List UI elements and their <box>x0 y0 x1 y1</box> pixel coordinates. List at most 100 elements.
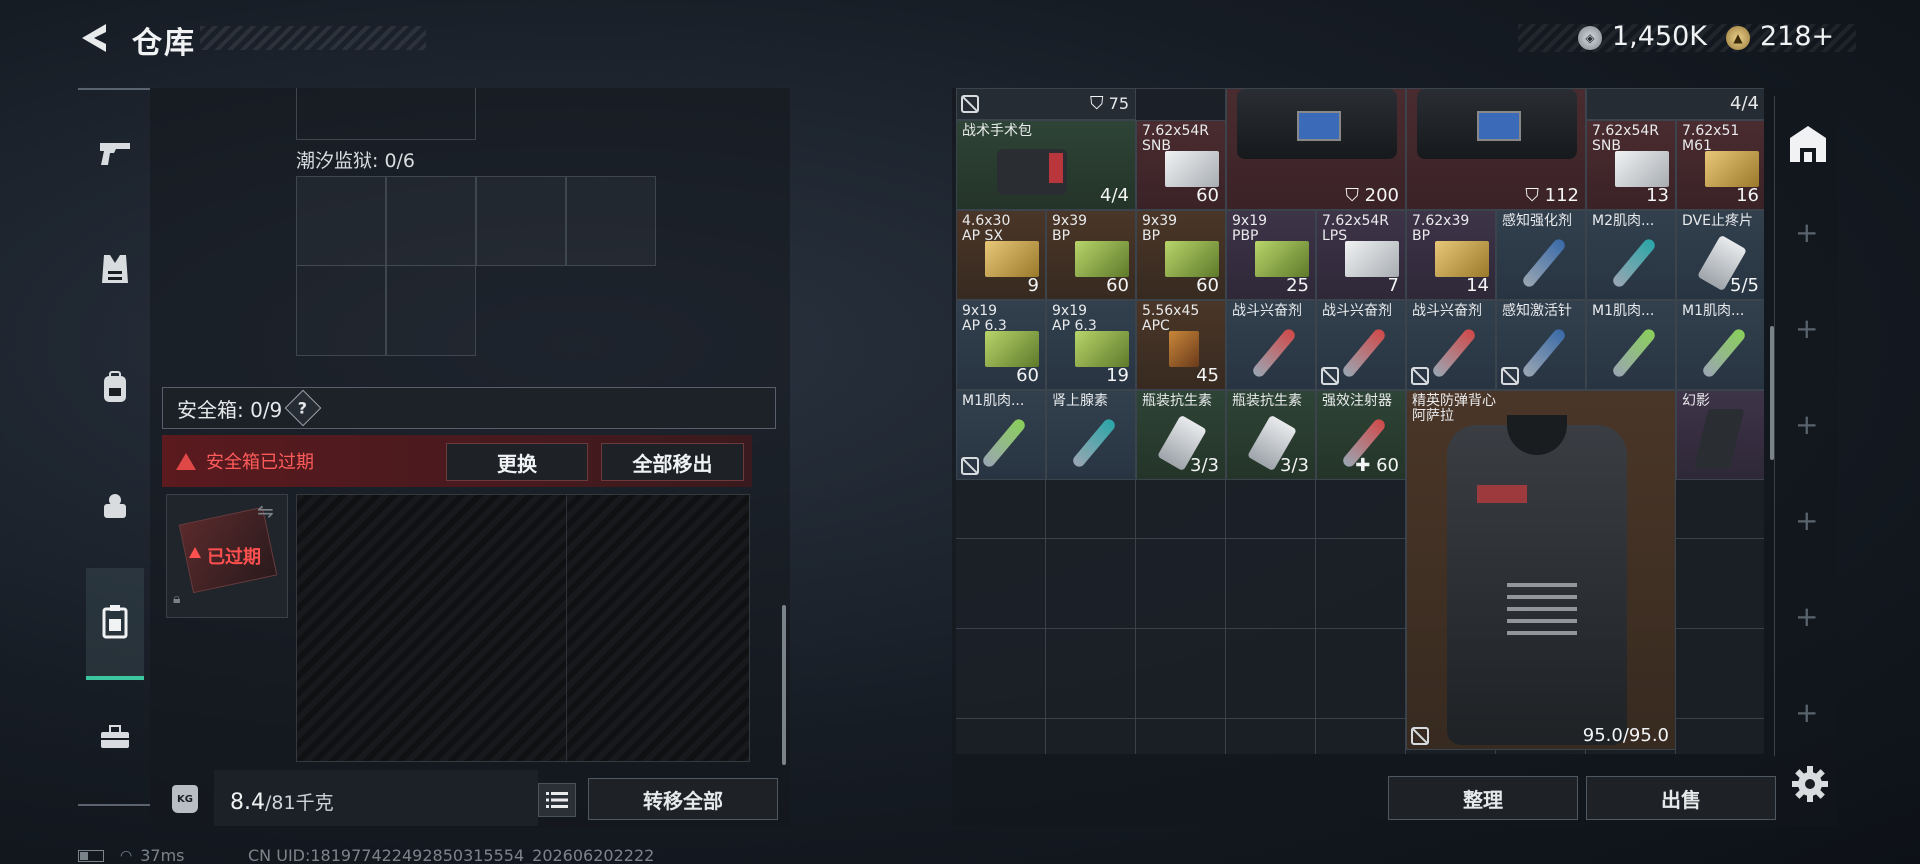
safebox-item-slot[interactable]: 已过期 ⇋ 🔒︎ <box>166 494 288 618</box>
stash-item[interactable]: 9x39 BP 60 <box>1046 210 1136 300</box>
bag-screen <box>1297 111 1341 141</box>
stash-item[interactable]: 7.62x39 BP 14 <box>1406 210 1496 300</box>
stash-item[interactable]: 瓶装抗生素 3/3 <box>1136 390 1226 480</box>
item-name: 幻影 <box>1682 393 1710 409</box>
stash-item[interactable]: M2肌肉... <box>1586 210 1676 300</box>
prison-grid-cell[interactable] <box>566 176 656 266</box>
item-name: 感知强化剂 <box>1502 213 1572 229</box>
stash-item-vest[interactable]: 精英防弹背心 阿萨拉 95.0/95.0 <box>1406 390 1676 750</box>
stash-page-icon[interactable] <box>1786 122 1830 166</box>
item-name: 战斗兴奋剂 <box>1232 303 1302 319</box>
stash-item[interactable]: 肾上腺素 <box>1046 390 1136 480</box>
ammo-image <box>1255 241 1309 277</box>
stash-item-partial[interactable]: ⛉ 75 <box>956 88 1136 120</box>
vest-collar <box>1507 415 1567 455</box>
stash-item[interactable]: 感知强化剂 <box>1496 210 1586 300</box>
help-button[interactable]: ? <box>284 389 322 427</box>
list-view-button[interactable] <box>538 783 576 817</box>
item-count: 19 <box>1106 365 1129 386</box>
wifi-icon: ◠ <box>120 847 133 864</box>
prison-grid-cell[interactable] <box>476 176 566 266</box>
category-sidebar <box>78 88 150 806</box>
stash-item[interactable]: 7.62x54R SNB 60 <box>1136 120 1226 210</box>
stash-item[interactable]: 7.62x54R SNB 13 <box>1586 120 1676 210</box>
stash-item[interactable]: 强效注射器 ✚ 60 <box>1316 390 1406 480</box>
stash-item[interactable]: 7.62x54R LPS 7 <box>1316 210 1406 300</box>
item-name: 9x19 AP 6.3 <box>1052 303 1097 334</box>
add-stash-page-icon[interactable]: + <box>1795 504 1818 537</box>
item-name: M1肌肉... <box>1682 303 1745 319</box>
stash-item[interactable]: 战术手术包 4/4 <box>956 120 1136 210</box>
stash-item[interactable]: ⛉ 112 <box>1406 88 1586 210</box>
shield-icon: ⛉ <box>1525 185 1539 206</box>
stash-page-rail: + + + + + + <box>1774 96 1838 756</box>
stash-item[interactable]: 战斗兴奋剂 <box>1226 300 1316 390</box>
syringe-image <box>1250 326 1298 380</box>
move-all-out-button[interactable]: 全部移出 <box>601 443 744 481</box>
vest-molle <box>1507 575 1577 635</box>
add-stash-page-icon[interactable]: + <box>1795 312 1818 345</box>
sidebar-item-safebox[interactable] <box>86 568 144 680</box>
item-count: 16 <box>1736 185 1759 206</box>
item-name: 5.56x45 APC <box>1142 303 1200 334</box>
medkit-stripe <box>1049 153 1063 183</box>
stash-item[interactable]: 战斗兴奋剂 <box>1316 300 1406 390</box>
prison-capacity-label: 潮汐监狱: 0/6 <box>296 150 416 172</box>
item-name: 瓶装抗生素 <box>1142 393 1212 409</box>
token-value[interactable]: 218+ <box>1760 21 1834 52</box>
replace-button[interactable]: 更换 <box>446 443 588 481</box>
stash-item[interactable]: M1肌肉... <box>1676 300 1764 390</box>
ammo-image <box>1345 241 1399 277</box>
stash-item[interactable]: M1肌肉... <box>1586 300 1676 390</box>
sidebar-item-armor[interactable] <box>86 240 144 298</box>
item-name: 7.62x54R SNB <box>1592 123 1659 154</box>
sidebar-item-weapons[interactable] <box>86 124 144 182</box>
sidebar-item-chest-rig[interactable] <box>86 476 144 534</box>
prison-grid-cell[interactable] <box>296 176 386 356</box>
sort-button[interactable]: 整理 <box>1388 776 1578 820</box>
sidebar-item-backpack[interactable] <box>86 358 144 416</box>
stash-item[interactable]: DVE止疼片 5/5 <box>1676 210 1764 300</box>
stash-item[interactable]: 5.56x45 APC 45 <box>1136 300 1226 390</box>
add-stash-page-icon[interactable]: + <box>1795 408 1818 441</box>
stash-item[interactable]: 9x19 AP 6.3 60 <box>956 300 1046 390</box>
prison-grid-cell[interactable] <box>386 176 476 356</box>
backpack-icon <box>104 371 126 402</box>
add-stash-page-icon[interactable]: + <box>1795 600 1818 633</box>
item-name: 9x39 BP <box>1052 213 1088 244</box>
stash-item[interactable]: M1肌肉... <box>956 390 1046 480</box>
stash-item[interactable]: 感知激活针 <box>1496 300 1586 390</box>
item-name: 9x19 PBP <box>1232 213 1268 244</box>
warning-icon <box>176 452 196 470</box>
item-count: 60 <box>1016 365 1039 386</box>
stash-item[interactable]: 战斗兴奋剂 <box>1406 300 1496 390</box>
stash-item[interactable]: 幻影 <box>1676 390 1764 480</box>
stash-item[interactable]: 瓶装抗生素 3/3 <box>1226 390 1316 480</box>
swap-icon[interactable]: ⇋ <box>257 499 274 523</box>
item-count: 3/3 <box>1280 455 1309 476</box>
add-stash-page-icon[interactable]: + <box>1795 216 1818 249</box>
syringe-image <box>980 416 1028 470</box>
help-icon: ? <box>298 398 308 418</box>
item-name: 4.6x30 AP SX <box>962 213 1011 244</box>
ping-value: 37ms <box>140 846 185 864</box>
sidebar-item-toolbox[interactable] <box>86 708 144 766</box>
transfer-all-button[interactable]: 转移全部 <box>588 778 778 820</box>
toolbox-icon <box>101 725 129 748</box>
add-stash-page-icon[interactable]: + <box>1795 696 1818 729</box>
safebox-icon <box>102 605 128 639</box>
stash-item[interactable]: 9x39 BP 60 <box>1136 210 1226 300</box>
sell-button[interactable]: 出售 <box>1586 776 1776 820</box>
settings-gear-icon[interactable] <box>1790 764 1830 804</box>
list-icon <box>546 792 568 808</box>
stash-item[interactable]: 9x19 AP 6.3 19 <box>1046 300 1136 390</box>
stash-item-partial[interactable]: 4/4 <box>1586 88 1764 120</box>
stash-item[interactable]: 9x19 PBP 25 <box>1226 210 1316 300</box>
bag-screen <box>1477 111 1521 141</box>
stash-item[interactable]: 4.6x30 AP SX 9 <box>956 210 1046 300</box>
item-count: ✚ 60 <box>1355 455 1399 476</box>
stash-item[interactable]: 7.62x51 M61 16 <box>1676 120 1764 210</box>
stash-item[interactable]: ⛉ 200 <box>1226 88 1406 210</box>
back-button[interactable] <box>78 20 114 56</box>
left-scrollbar[interactable] <box>782 605 786 765</box>
